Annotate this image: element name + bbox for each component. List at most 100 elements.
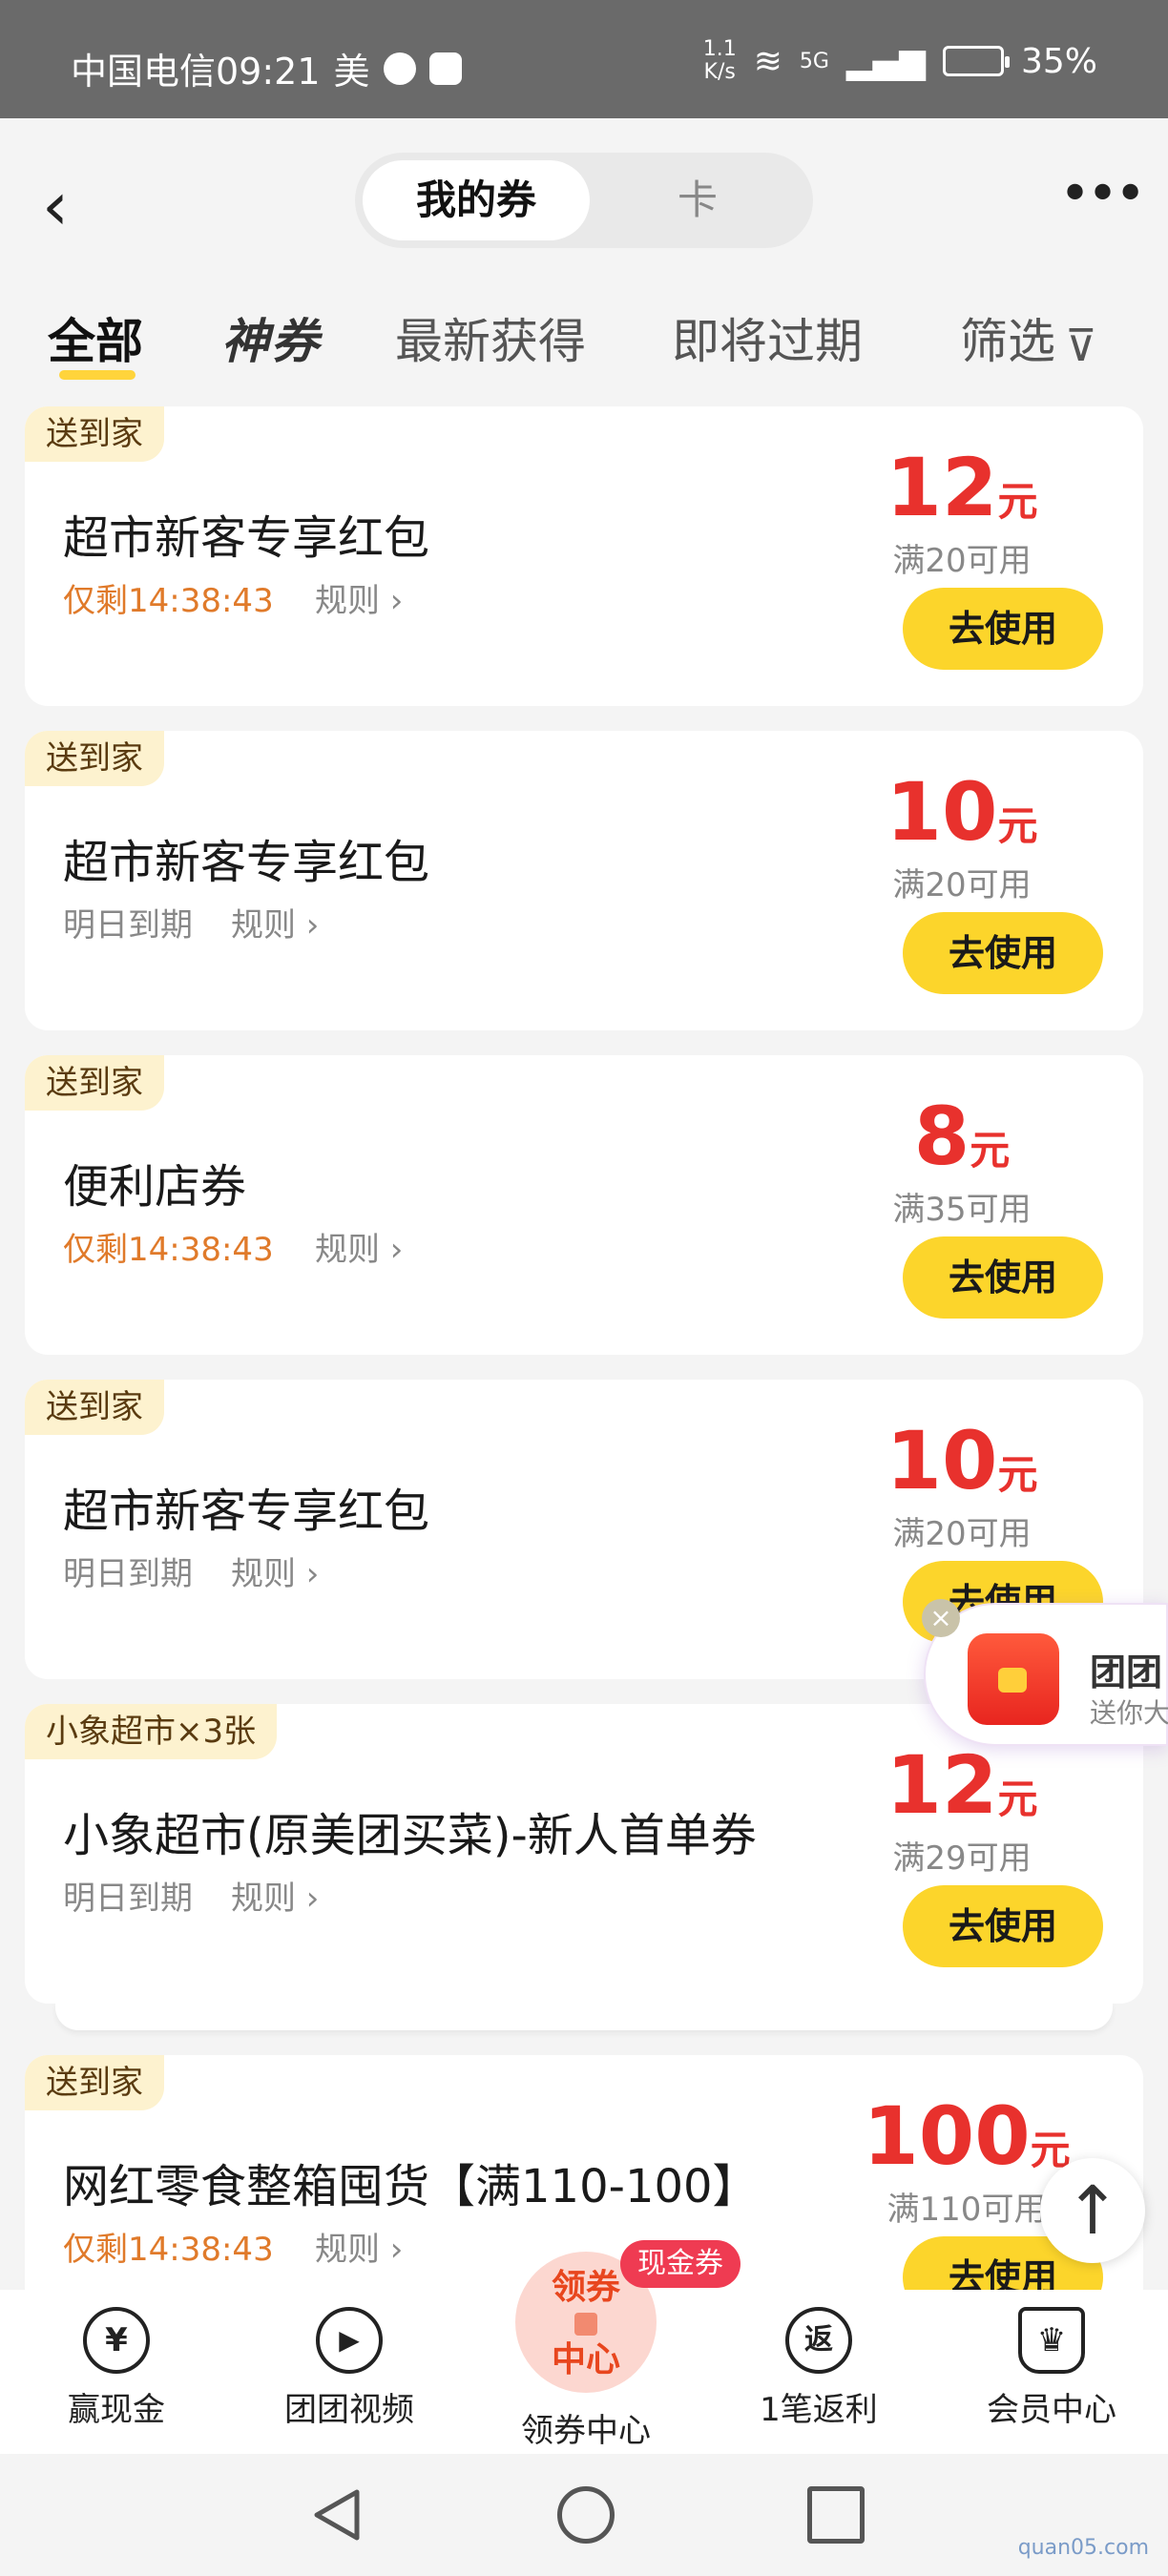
back-to-top-button[interactable]: ↑ — [1040, 2158, 1145, 2263]
coupon-title: 便利店券 — [63, 1160, 247, 1214]
filter-tabs: 全部 神券 最新获得 即将过期 筛选 ⊽ — [0, 290, 1168, 395]
coupon-rules-link[interactable]: 规则 › — [231, 899, 319, 945]
arrow-up-icon: ↑ — [1064, 2171, 1121, 2250]
stacked-coupon-edge — [55, 2002, 1113, 2030]
red-envelope-icon — [968, 1633, 1059, 1725]
tab-newest[interactable]: 最新获得 — [395, 303, 586, 372]
coupon-card[interactable]: 小象超市×3张 小象超市(原美团买菜)-新人首单券 明日到期 规则 › 12元 … — [25, 1704, 1143, 2004]
system-nav-bar: quan05.com — [0, 2454, 1168, 2576]
coupon-card[interactable]: 送到家 便利店券 仅剩14:38:43 规则 › 8元 满35可用 去使用 — [25, 1055, 1143, 1355]
coupon-expiry: 仅剩14:38:43 — [63, 582, 274, 620]
system-recent-icon[interactable] — [807, 2486, 865, 2544]
cash-coupon-badge: 现金券 — [620, 2240, 740, 2288]
coupon-condition: 满35可用 — [892, 1191, 1032, 1229]
coupon-title: 超市新客专享红包 — [63, 511, 430, 565]
filter-label: 筛选 — [960, 314, 1055, 369]
yen-icon: ¥ — [83, 2307, 150, 2374]
tab-all[interactable]: 全部 — [48, 303, 143, 372]
floating-promo[interactable]: × 团团 送你大 — [922, 1599, 1168, 1746]
carrier-time: 中国电信09:21 — [71, 51, 321, 93]
nav-label: 赢现金 — [68, 2391, 165, 2429]
chevron-left-icon[interactable]: ‹ — [42, 166, 103, 246]
battery-level: 35% — [1020, 41, 1097, 81]
net-speed: 1.1 K/s — [702, 37, 737, 84]
coupon-amount: 12元 — [886, 1738, 1038, 1832]
signal-icon: ▂▄▆ — [845, 41, 926, 81]
promo-subtitle: 送你大 — [1090, 1697, 1168, 1729]
nav-member[interactable]: ♛ 会员中心 — [956, 2307, 1147, 2430]
system-back-icon[interactable] — [311, 2488, 361, 2542]
tab-shen-coupon[interactable]: 神券 — [221, 303, 321, 372]
coupon-condition: 满20可用 — [892, 542, 1032, 580]
tab-underline — [59, 370, 136, 380]
coupon-expiry: 仅剩14:38:43 — [63, 1231, 274, 1269]
watermark: quan05.com — [1017, 2536, 1149, 2560]
tab-filter[interactable]: 筛选 ⊽ — [960, 303, 1097, 372]
battery-icon — [942, 46, 1010, 76]
coupon-amount: 12元 — [886, 441, 1038, 534]
nav-win-cash[interactable]: ¥ 赢现金 — [21, 2307, 212, 2430]
more-dots-icon[interactable]: ••• — [1059, 168, 1146, 233]
coupon-rules-link[interactable]: 规则 › — [231, 1548, 319, 1594]
coupon-tag: 送到家 — [25, 406, 164, 462]
page-header: ‹ 我的券 卡 ••• 全部 神券 最新获得 即将过期 筛选 ⊽ — [0, 118, 1168, 395]
coupon-title: 小象超市(原美团买菜)-新人首单券 — [63, 1809, 757, 1862]
nav-label: 1笔返利 — [760, 2391, 878, 2429]
coupon-expiry: 明日到期 — [63, 1555, 193, 1593]
nav-coupon-center[interactable]: 领券中心 — [490, 2404, 681, 2451]
coupon-expiry: 明日到期 — [63, 1880, 193, 1918]
coupon-tag: 送到家 — [25, 1055, 164, 1111]
coupon-rules-link[interactable]: 规则 › — [231, 1872, 319, 1919]
coupon-expiry: 仅剩14:38:43 — [63, 2231, 274, 2269]
use-coupon-button[interactable]: 去使用 — [903, 912, 1103, 994]
coupon-amount: 10元 — [886, 765, 1038, 859]
nav-rebate[interactable]: 返 1笔返利 — [723, 2307, 914, 2430]
coupon-rules-link[interactable]: 规则 › — [315, 574, 403, 621]
funnel-icon: ⊽ — [1065, 319, 1097, 371]
use-coupon-button[interactable]: 去使用 — [903, 588, 1103, 670]
nav-label: 会员中心 — [987, 2391, 1116, 2429]
nav-label: 团团视频 — [284, 2391, 414, 2429]
coupon-title: 超市新客专享红包 — [63, 836, 430, 889]
wifi-icon: ≋ — [753, 41, 782, 81]
rebate-icon: 返 — [785, 2307, 852, 2374]
ticket-icon — [574, 2313, 597, 2336]
close-icon[interactable]: × — [922, 1599, 960, 1637]
coupon-condition: 满20可用 — [892, 1515, 1032, 1553]
coupon-rules-link[interactable]: 规则 › — [315, 2223, 403, 2270]
app-mark: 美 — [333, 51, 370, 93]
nav-video[interactable]: ▶ 团团视频 — [254, 2307, 445, 2430]
coupon-tag: 送到家 — [25, 1380, 164, 1435]
coupon-card[interactable]: 送到家 超市新客专享红包 明日到期 规则 › 10元 满20可用 去使用 — [25, 731, 1143, 1030]
coupon-amount: 8元 — [913, 1090, 1011, 1183]
crown-icon: ♛ — [1018, 2307, 1085, 2374]
bottom-nav: ¥ 赢现金 ▶ 团团视频 领券 中心 现金券 领券中心 返 1笔返利 ♛ 会员中… — [0, 2240, 1168, 2454]
system-home-icon[interactable] — [557, 2486, 615, 2544]
coupon-amount: 10元 — [886, 1414, 1038, 1507]
message-icon — [383, 52, 416, 85]
coupon-title: 网红零食整箱囤货【满110-100】 — [63, 2160, 759, 2213]
coupon-expiry: 明日到期 — [63, 906, 193, 945]
coupon-condition: 满29可用 — [892, 1839, 1032, 1878]
coupon-title: 超市新客专享红包 — [63, 1485, 430, 1538]
coupon-tag: 小象超市×3张 — [25, 1704, 278, 1759]
play-icon: ▶ — [316, 2307, 383, 2374]
coupon-amount: 100元 — [863, 2089, 1071, 2183]
network-type: 5G — [799, 49, 829, 73]
coupon-tag: 送到家 — [25, 731, 164, 786]
status-right: 1.1 K/s ≋ 5G ▂▄▆ 35% — [703, 38, 1097, 84]
use-coupon-button[interactable]: 去使用 — [903, 1885, 1103, 1967]
segment-control: 我的券 卡 — [355, 153, 813, 248]
status-left: 中国电信09:21 美 — [71, 42, 462, 94]
promo-title: 团团 — [1090, 1652, 1163, 1693]
coupon-rules-link[interactable]: 规则 › — [315, 1223, 403, 1270]
tab-expiring[interactable]: 即将过期 — [672, 303, 863, 372]
status-bar: 中国电信09:21 美 1.1 K/s ≋ 5G ▂▄▆ 35% — [0, 0, 1168, 118]
coupon-tag: 送到家 — [25, 2055, 164, 2110]
segment-cards[interactable]: 卡 — [590, 160, 805, 240]
app-notification-icon — [428, 52, 462, 85]
coupon-card[interactable]: 送到家 超市新客专享红包 仅剩14:38:43 规则 › 12元 满20可用 去… — [25, 406, 1143, 706]
use-coupon-button[interactable]: 去使用 — [903, 1236, 1103, 1319]
segment-my-coupons[interactable]: 我的券 — [363, 160, 590, 240]
coupon-condition: 满20可用 — [892, 866, 1032, 904]
